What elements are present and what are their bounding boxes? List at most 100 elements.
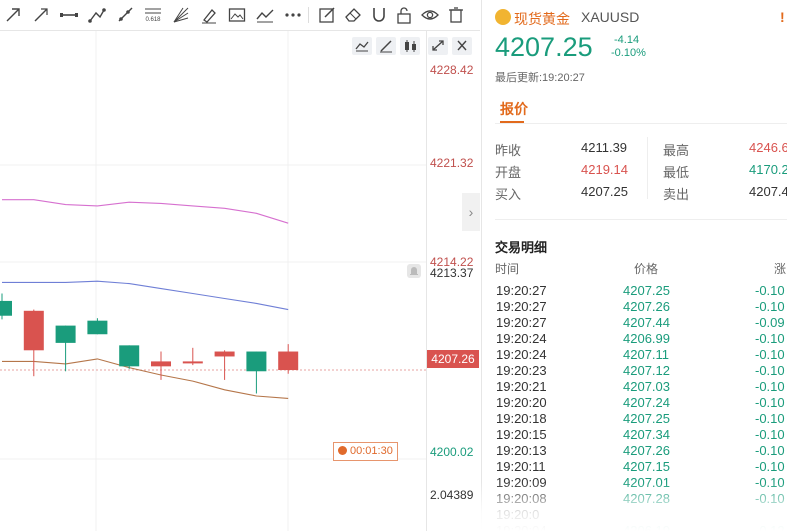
current-price-tag: 4207.26: [427, 350, 479, 368]
candle-type-icon[interactable]: [400, 37, 420, 55]
prev-close-label: 昨收: [495, 143, 522, 158]
tab-divider: [495, 123, 787, 124]
open-value: 4219.14: [581, 162, 628, 177]
indicator-toggle-icon[interactable]: [352, 37, 372, 55]
eye-icon[interactable]: [420, 5, 440, 25]
trade-row: 19:20:15 4207.34 -0.10: [496, 427, 787, 443]
gold-coin-icon: [495, 9, 511, 25]
trade-price: 4207.26: [623, 443, 670, 458]
trade-price: 4207.11: [623, 347, 670, 362]
fibonacci-icon[interactable]: 0.618: [143, 5, 163, 25]
trade-time: 19:20:18: [496, 411, 547, 426]
trade-price: 4207.25: [623, 283, 670, 298]
trade-change: -0.10: [755, 411, 785, 426]
trade-change: -0.10: [755, 443, 785, 458]
band-lower: [2, 358, 289, 399]
trade-time: 19:20:11: [496, 459, 546, 474]
trade-time: 19:20:24: [496, 331, 547, 346]
open-label: 开盘: [495, 165, 522, 180]
trade-change: -0.10: [755, 299, 785, 314]
instrument-symbol: XAUUSD: [581, 9, 640, 25]
trade-time: 19:20:27: [496, 315, 547, 330]
alert-bell-icon[interactable]: [407, 264, 421, 278]
favorite-icon[interactable]: !: [780, 9, 785, 25]
countdown-timer: 00:01:30: [333, 442, 398, 461]
panel-collapse-chevron-icon[interactable]: ›: [462, 193, 480, 231]
trade-time: 19:20:15: [496, 427, 547, 442]
trade-price: 4207.25: [623, 411, 670, 426]
high-value: 4246.6: [749, 140, 787, 155]
price-change: -4.14: [614, 34, 640, 46]
trade-time: 19:20:27: [496, 283, 547, 298]
image-icon[interactable]: [227, 5, 247, 25]
fullscreen-icon[interactable]: [428, 37, 448, 55]
trade-time: 19:20:23: [496, 363, 547, 378]
sell-value: 4207.4: [749, 184, 787, 199]
close-icon[interactable]: [452, 37, 472, 55]
lock-icon[interactable]: [394, 5, 414, 25]
high-label: 最高: [663, 143, 690, 158]
trades-title: 交易明细: [495, 240, 548, 255]
trade-row: 19:20:24 4206.99 -0.10: [496, 331, 787, 347]
clock-icon: [338, 446, 347, 455]
line-chart-icon[interactable]: [255, 5, 275, 25]
section-divider: [495, 219, 787, 220]
candle-body: [55, 325, 76, 343]
candle-body: [182, 361, 203, 364]
trade-time: 19:20:21: [496, 379, 547, 394]
col-price-header: 价格: [634, 262, 659, 276]
trade-price: 4207.15: [623, 459, 670, 474]
trade-change: -0.10: [755, 363, 785, 378]
trade-price: 4207.44: [623, 315, 670, 330]
trade-change: -0.10: [755, 427, 785, 442]
trade-change: -0.10: [755, 459, 785, 474]
trade-time: 19:20:27: [496, 299, 547, 314]
quote-panel: 现货黄金 XAUUSD ! 4207.25 -4.14 -0.10% 最后更新:…: [481, 0, 787, 531]
axis-price-label: 4213.37: [430, 266, 474, 280]
fan-icon[interactable]: [171, 5, 191, 25]
trade-change: -0.10: [755, 395, 785, 410]
indicator-bands: [2, 199, 289, 399]
eraser-icon[interactable]: [343, 5, 363, 25]
band-upper: [2, 199, 289, 224]
trade-row: 19:20:24 4207.11 -0.10: [496, 347, 787, 363]
trade-row: 19:20:23 4207.12 -0.10: [496, 363, 787, 379]
candlestick-chart[interactable]: 4228.42 4221.32 4214.22 4213.37 4207.26 …: [0, 31, 480, 531]
candle-body: [214, 351, 235, 357]
cursor-arrow-icon[interactable]: [3, 5, 23, 25]
axis-price-label: 4200.02: [430, 445, 474, 459]
polyline-icon[interactable]: [87, 5, 107, 25]
axis-price-label: 4228.42: [430, 63, 474, 77]
low-label: 最低: [663, 165, 690, 180]
sub-axis-label: 2.04389: [430, 488, 474, 502]
ray-icon[interactable]: [115, 5, 135, 25]
candle-body: [278, 351, 299, 371]
trash-icon[interactable]: [446, 5, 466, 25]
candle-body: [87, 320, 108, 335]
candles: [0, 293, 299, 394]
timer-text: 00:01:30: [350, 445, 393, 457]
trade-change: -0.10: [755, 379, 785, 394]
draw-toggle-icon[interactable]: [376, 37, 396, 55]
trade-row: 19:20:18 4207.25 -0.10: [496, 411, 787, 427]
buy-value: 4207.25: [581, 184, 628, 199]
trade-change: -0.10: [755, 331, 785, 346]
tab-quote[interactable]: 报价: [500, 99, 528, 119]
trade-change: -0.09: [755, 315, 785, 330]
trade-change: -0.10: [755, 347, 785, 362]
brush-icon[interactable]: [199, 5, 219, 25]
candle-body: [119, 345, 140, 367]
more-icon[interactable]: [283, 5, 303, 25]
trend-line-icon[interactable]: [31, 5, 51, 25]
trade-price: 4207.24: [623, 395, 670, 410]
candle-body: [23, 310, 44, 351]
trade-price: 4207.34: [623, 427, 670, 442]
col-change-header: 涨: [774, 262, 787, 276]
stats-divider: [647, 137, 648, 199]
chart-canvas: [0, 31, 427, 531]
trade-row: 19:20:13 4207.26 -0.10: [496, 443, 787, 459]
trade-row: 19:20:11 4207.15 -0.10: [496, 459, 787, 475]
magnet-icon[interactable]: [369, 5, 389, 25]
edit-icon[interactable]: [317, 5, 337, 25]
horizontal-line-icon[interactable]: [59, 5, 79, 25]
